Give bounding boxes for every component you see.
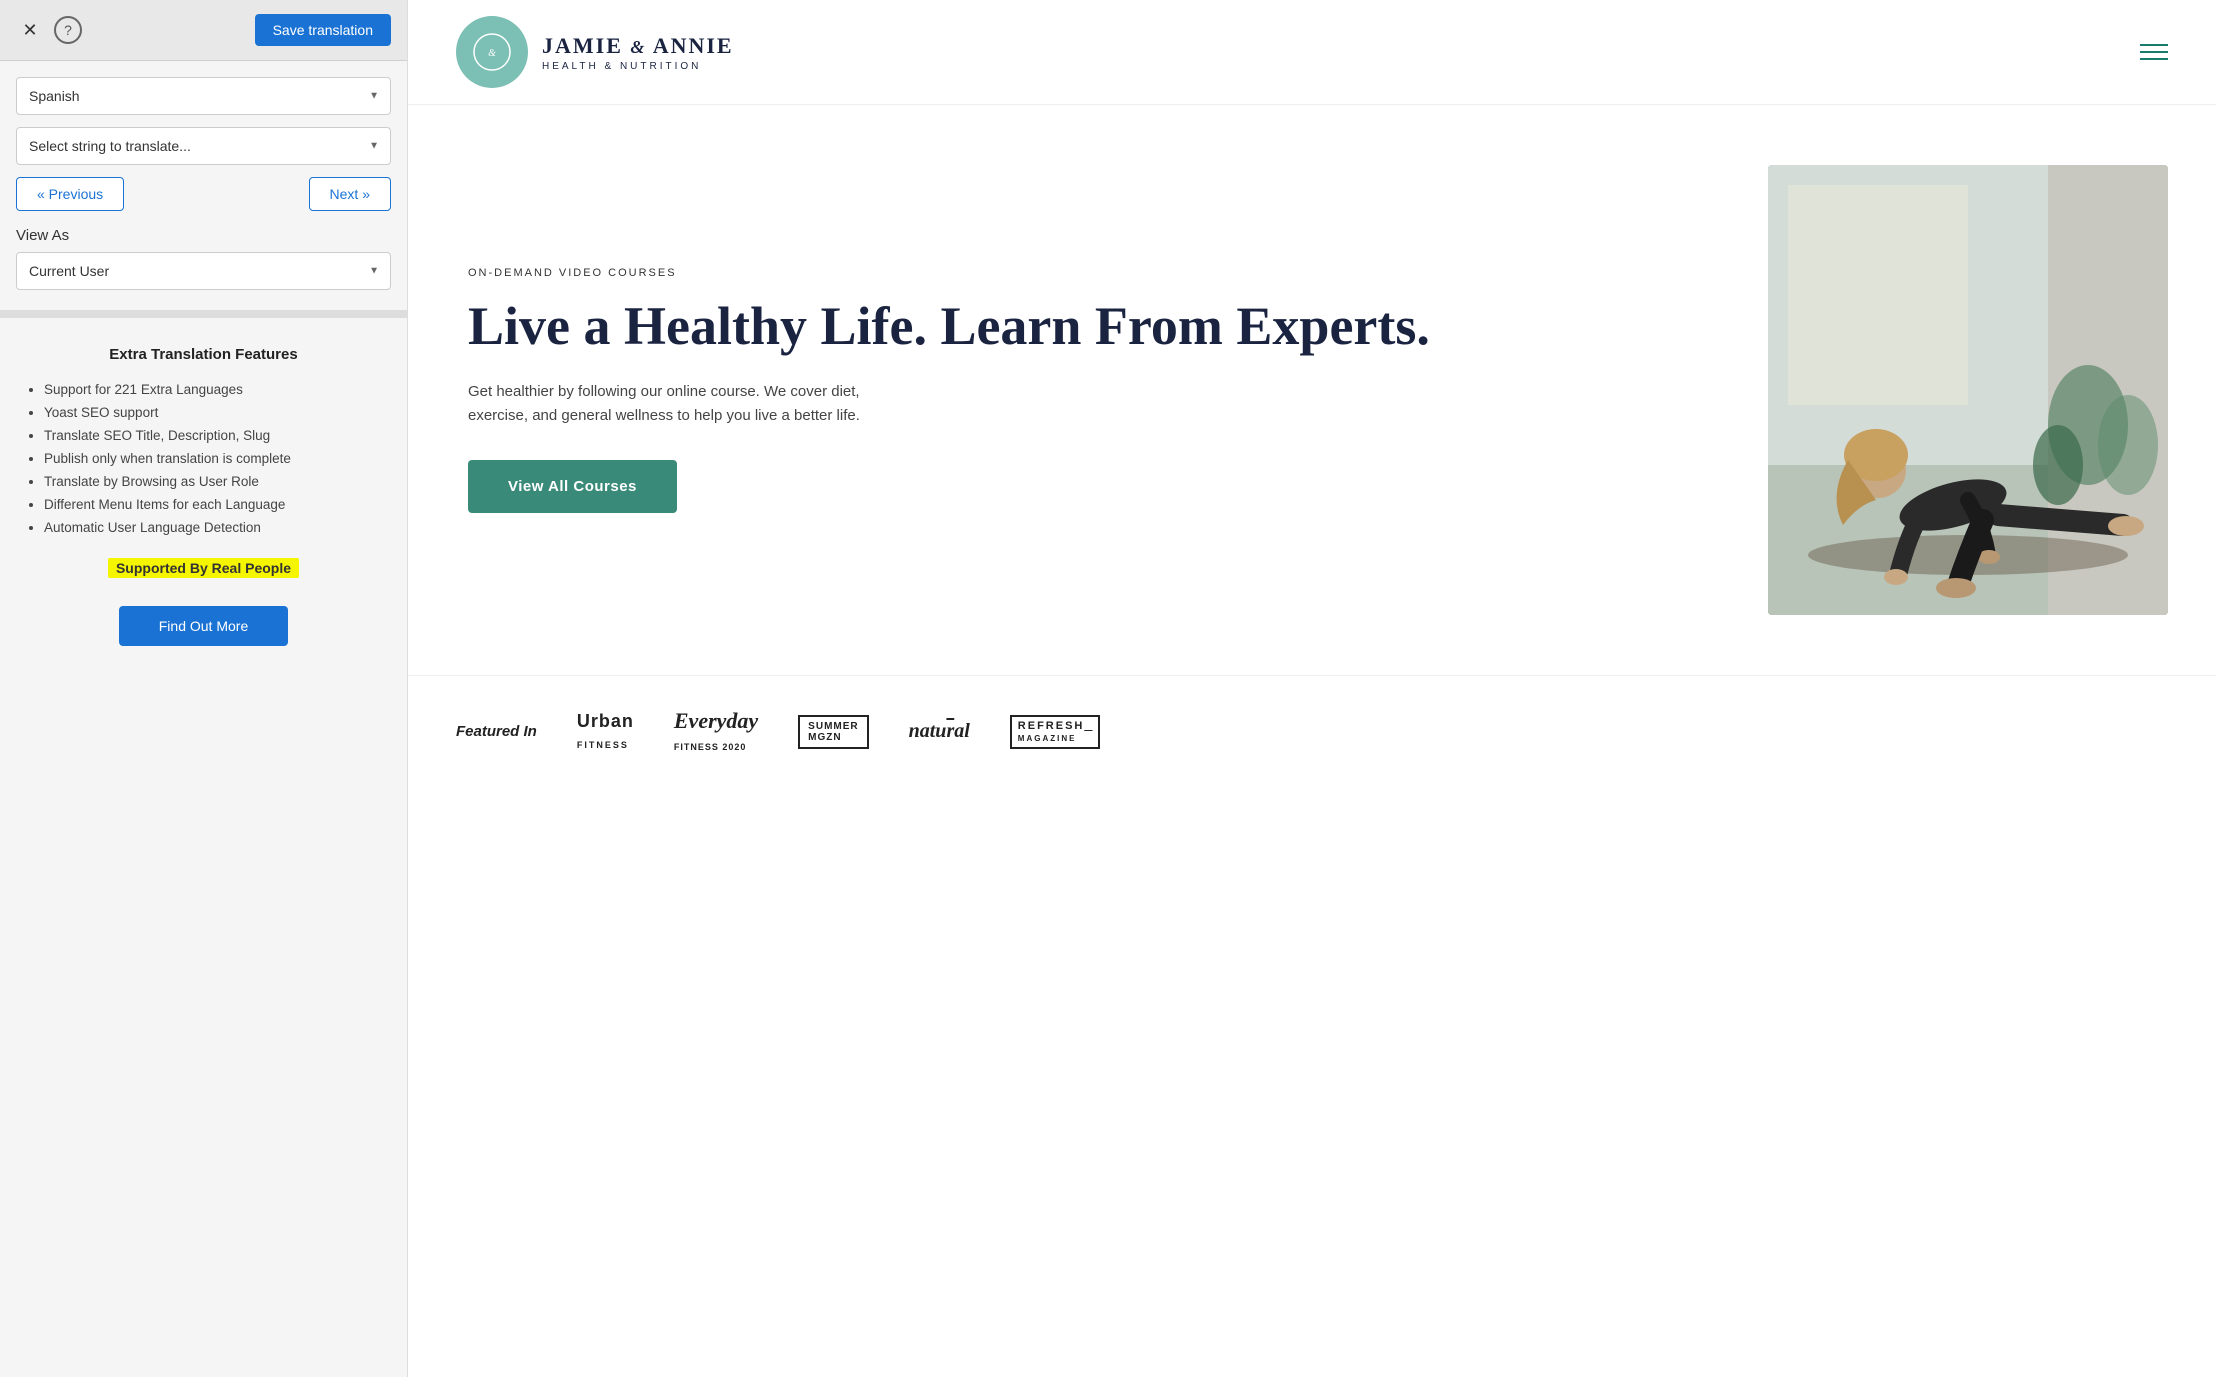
language-select-wrapper: Spanish French German Italian Portuguese: [16, 77, 391, 115]
brand-everyday: EverydayFITNESS 2020: [674, 708, 758, 755]
list-item: Yoast SEO support: [44, 402, 387, 425]
main-content: & JAMIE & ANNIE HEALTH & NUTRITION ON-DE…: [408, 0, 2216, 1377]
list-item: Translate by Browsing as User Role: [44, 471, 387, 494]
hero-section: ON-DEMAND VIDEO COURSES Live a Healthy L…: [408, 105, 2216, 675]
save-translation-button[interactable]: Save translation: [255, 14, 391, 46]
close-button[interactable]: ✕: [16, 16, 44, 44]
list-item: Different Menu Items for each Language: [44, 494, 387, 517]
brand-natural: natural: [909, 720, 970, 743]
menu-line-1: [2140, 44, 2168, 46]
list-item: Support for 221 Extra Languages: [44, 379, 387, 402]
extra-features-title: Extra Translation Features: [20, 346, 387, 363]
hamburger-menu-icon[interactable]: [2140, 44, 2168, 60]
yoga-figure-image: [1768, 165, 2168, 615]
string-select[interactable]: Select string to translate...: [16, 127, 391, 165]
view-as-select-wrapper: Current User Administrator Guest: [16, 252, 391, 290]
yoga-svg: [1768, 165, 2168, 615]
help-button[interactable]: ?: [54, 16, 82, 44]
hero-label: ON-DEMAND VIDEO COURSES: [468, 267, 1728, 279]
nav-buttons: « Previous Next »: [16, 177, 391, 211]
logo-main-text: JAMIE & ANNIE: [542, 33, 734, 59]
logo-area: & JAMIE & ANNIE HEALTH & NUTRITION: [456, 16, 734, 88]
site-header: & JAMIE & ANNIE HEALTH & NUTRITION: [408, 0, 2216, 105]
string-select-wrapper: Select string to translate...: [16, 127, 391, 165]
list-item: Automatic User Language Detection: [44, 517, 387, 540]
menu-line-3: [2140, 58, 2168, 60]
find-out-more-button[interactable]: Find Out More: [119, 606, 288, 646]
language-select[interactable]: Spanish French German Italian Portuguese: [16, 77, 391, 115]
brand-summer: SUMMERMGZN: [798, 715, 868, 749]
next-button[interactable]: Next »: [309, 177, 391, 211]
panel-top-bar: ✕ ? Save translation: [0, 0, 407, 61]
featured-section: Featured In UrbanFITNESS EverydayFITNESS…: [408, 675, 2216, 787]
previous-button[interactable]: « Previous: [16, 177, 124, 211]
hero-description: Get healthier by following our online co…: [468, 380, 908, 428]
logo-sub-text: HEALTH & NUTRITION: [542, 61, 734, 72]
logo-text-block: JAMIE & ANNIE HEALTH & NUTRITION: [542, 33, 734, 72]
list-item: Translate SEO Title, Description, Slug: [44, 425, 387, 448]
supported-by-label: Supported By Real People: [108, 558, 299, 578]
list-item: Publish only when translation is complet…: [44, 448, 387, 471]
hero-left: ON-DEMAND VIDEO COURSES Live a Healthy L…: [468, 165, 1768, 615]
view-all-courses-button[interactable]: View All Courses: [468, 460, 677, 513]
view-as-label: View As: [16, 227, 391, 244]
featured-label: Featured In: [456, 723, 537, 740]
logo-icon: &: [472, 32, 512, 72]
logo-circle: &: [456, 16, 528, 88]
controls-area: Spanish French German Italian Portuguese…: [0, 61, 407, 227]
menu-line-2: [2140, 51, 2168, 53]
brand-refresh: REFRESH_MAGAZINE: [1010, 715, 1101, 749]
svg-text:&: &: [488, 48, 496, 59]
features-list: Support for 221 Extra Languages Yoast SE…: [20, 379, 387, 540]
view-as-select[interactable]: Current User Administrator Guest: [16, 252, 391, 290]
hero-title: Live a Healthy Life. Learn From Experts.: [468, 297, 1728, 356]
hero-image: [1768, 165, 2168, 615]
view-as-section: View As Current User Administrator Guest: [0, 227, 407, 306]
logo-ampersand: &: [630, 37, 646, 57]
extra-features-section: Extra Translation Features Support for 2…: [0, 322, 407, 670]
brand-urban: UrbanFITNESS: [577, 711, 634, 753]
panel-divider: [0, 310, 407, 318]
brands-row: UrbanFITNESS EverydayFITNESS 2020 SUMMER…: [577, 708, 2168, 755]
translation-panel: ✕ ? Save translation Spanish French Germ…: [0, 0, 408, 1377]
supported-container: Supported By Real People: [20, 540, 387, 590]
